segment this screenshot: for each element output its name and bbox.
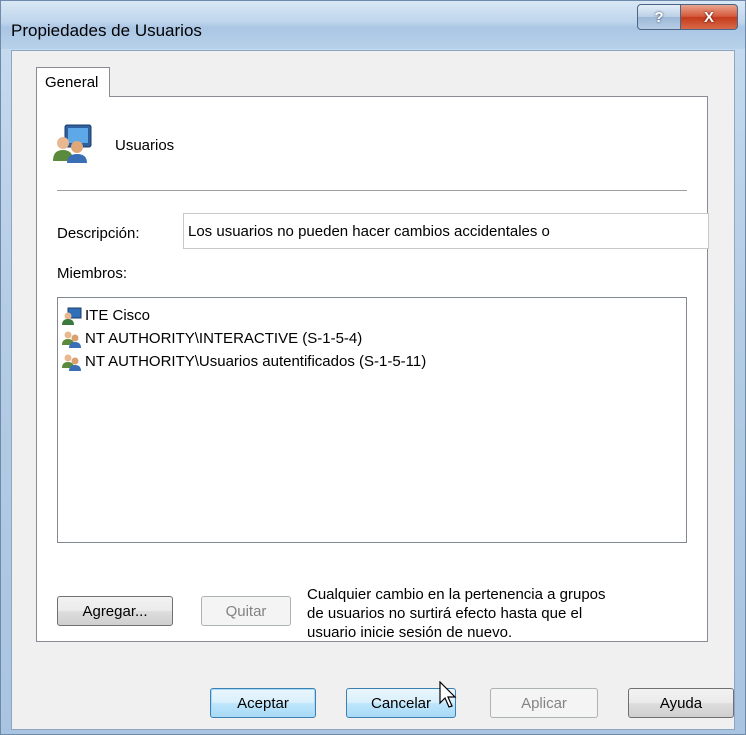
member-name: NT AUTHORITY\Usuarios autentificados (S-… [85,353,427,370]
window-title: Propiedades de Usuarios [11,21,202,40]
group-name: Usuarios [115,137,175,154]
description-label: Descripción: [57,225,140,242]
tab-general-label: General [45,74,99,91]
group-icon [62,354,81,371]
close-button[interactable]: X [680,4,738,30]
help-button[interactable]: Ayuda [628,688,734,718]
tab-general[interactable]: General [36,67,110,97]
user-icon [62,307,82,325]
remove-button[interactable]: Quitar [201,596,291,626]
title-bar[interactable]: Propiedades de Usuarios ? X [1,1,745,49]
mouse-pointer-icon [439,680,459,713]
apply-button[interactable]: Aplicar [490,688,598,718]
general-tab-panel: Usuarios Descripción: Miembros: ITE Cisc… [36,96,709,642]
member-name: NT AUTHORITY\INTERACTIVE (S-1-5-4) [85,330,363,347]
members-label: Miembros: [57,265,128,282]
properties-window: Propiedades de Usuarios ? X General Usua… [0,0,746,735]
add-button[interactable]: Agregar... [57,596,173,626]
help-title-button[interactable]: ? [637,4,681,30]
note-line: usuario inicie sesión de nuevo. [307,624,513,641]
description-input[interactable] [183,213,709,249]
users-group-icon [51,121,95,165]
ok-button[interactable]: Aceptar [210,688,316,718]
close-icon: X [703,8,714,26]
question-icon: ? [654,8,664,26]
dialog-client-area: General Usuarios Descripción: Miembros: [11,50,735,730]
members-list[interactable]: ITE Cisco NT AUTHORITY\INTERACTIVE (S-1-… [57,297,687,543]
member-name: ITE Cisco [85,307,151,324]
list-item[interactable]: NT AUTHORITY\Usuarios autentificados (S-… [62,350,682,373]
list-item[interactable]: ITE Cisco [62,304,682,327]
group-icon [62,331,81,348]
separator [57,190,687,191]
list-item[interactable]: NT AUTHORITY\INTERACTIVE (S-1-5-4) [62,327,682,350]
note-line: Cualquier cambio en la pertenencia a gru… [307,586,606,603]
membership-note: Cualquier cambio en la pertenencia a gru… [307,585,687,642]
note-line: de usuarios no surtirá efecto hasta que … [307,605,583,622]
